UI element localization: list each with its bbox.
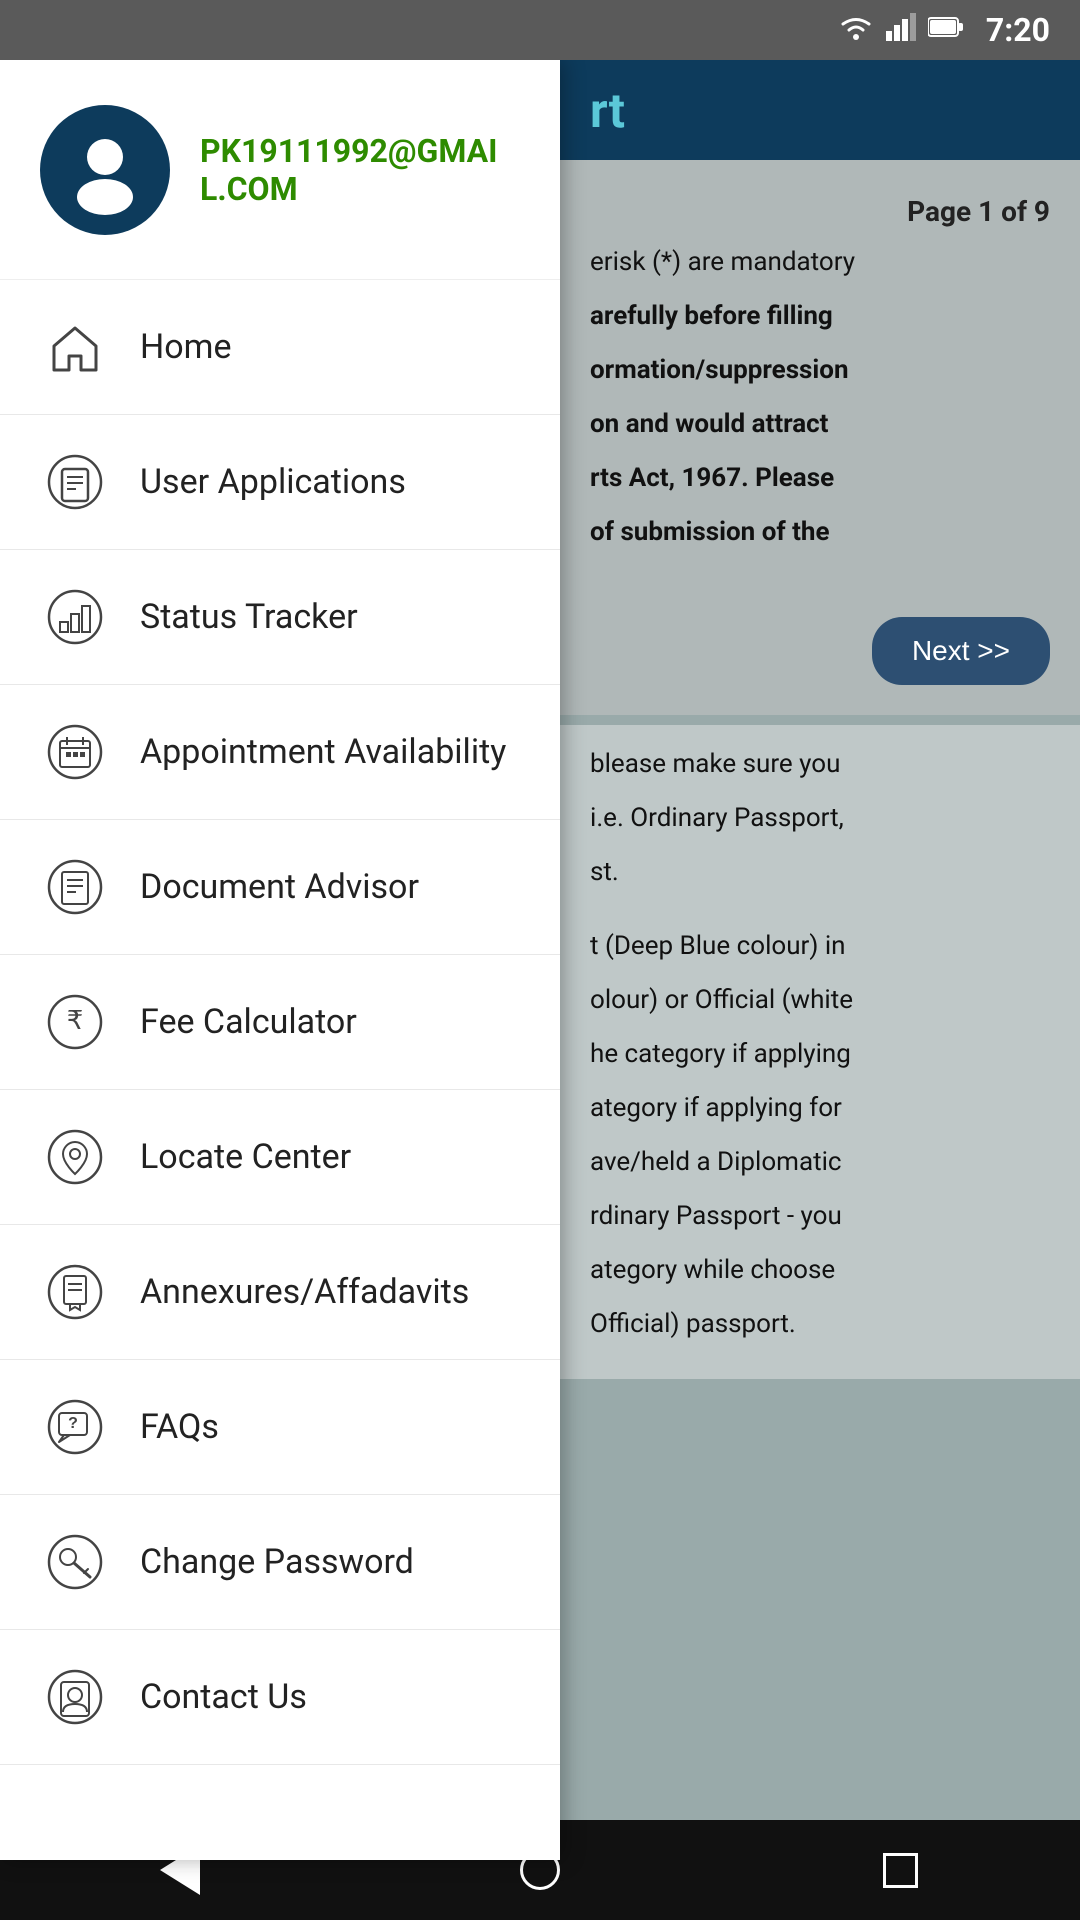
status-icons: 7:20 — [838, 11, 1050, 49]
locate-center-icon — [40, 1122, 110, 1192]
main-container: PK19111992@GMAIL.COM Home — [0, 60, 1080, 1860]
sidebar-item-contact-us-label: Contact Us — [140, 1677, 307, 1717]
para9: rdinary Passport - you — [590, 1197, 1050, 1236]
content-line5: rts Act, 1967. Please — [590, 459, 1050, 498]
recent-icon — [883, 1853, 918, 1888]
wifi-icon — [838, 13, 874, 48]
right-panel-header: rt — [560, 60, 1080, 160]
para10: ategory while choose — [590, 1251, 1050, 1290]
content-line6: of submission of the — [590, 513, 1050, 552]
content-line3: ormation/suppression — [590, 351, 1050, 390]
contact-us-icon — [40, 1662, 110, 1732]
appointment-availability-icon — [40, 717, 110, 787]
sidebar-item-user-applications[interactable]: User Applications — [0, 415, 560, 550]
svg-text:₹: ₹ — [67, 1005, 84, 1035]
para4: t (Deep Blue colour) in — [590, 927, 1050, 966]
sidebar-item-appointment-availability-label: Appointment Availability — [140, 732, 506, 772]
home-icon — [40, 312, 110, 382]
sidebar-item-locate-center[interactable]: Locate Center — [0, 1090, 560, 1225]
change-password-icon — [40, 1527, 110, 1597]
para2: i.e. Ordinary Passport, — [590, 799, 1050, 838]
sidebar-item-home[interactable]: Home — [0, 280, 560, 415]
annexures-affadavits-icon — [40, 1257, 110, 1327]
next-button[interactable]: Next >> — [872, 617, 1050, 685]
recent-button[interactable] — [865, 1835, 935, 1905]
para5: olour) or Official (white — [590, 981, 1050, 1020]
fee-calculator-icon: ₹ — [40, 987, 110, 1057]
para7: ategory if applying for — [590, 1089, 1050, 1128]
signal-icon — [886, 13, 916, 48]
para1: blease make sure you — [590, 745, 1050, 784]
para6: he category if applying — [590, 1035, 1050, 1074]
sidebar-item-locate-center-label: Locate Center — [140, 1137, 351, 1177]
drawer-header: PK19111992@GMAIL.COM — [0, 60, 560, 280]
right-panel-content: Page 1 of 9 erisk (*) are mandatory aref… — [560, 160, 1080, 587]
mandatory-note: erisk (*) are mandatory — [590, 243, 1050, 282]
sidebar-item-user-applications-label: User Applications — [140, 462, 406, 502]
document-advisor-icon — [40, 852, 110, 922]
right-panel-title: rt — [590, 82, 625, 139]
right-panel: rt Page 1 of 9 erisk (*) are mandatory a… — [560, 60, 1080, 1860]
para11: Official) passport. — [590, 1305, 1050, 1344]
sidebar-item-change-password[interactable]: Change Password — [0, 1495, 560, 1630]
sidebar-item-faqs[interactable]: ? FAQs — [0, 1360, 560, 1495]
sidebar-item-faqs-label: FAQs — [140, 1407, 219, 1447]
sidebar-item-status-tracker-label: Status Tracker — [140, 597, 358, 637]
para8: ave/held a Diplomatic — [590, 1143, 1050, 1182]
status-time: 7:20 — [986, 11, 1050, 49]
sidebar-item-appointment-availability[interactable]: Appointment Availability — [0, 685, 560, 820]
sidebar-item-contact-us[interactable]: Contact Us — [0, 1630, 560, 1765]
status-bar: 7:20 — [0, 0, 1080, 60]
sidebar-item-fee-calculator-label: Fee Calculator — [140, 1002, 357, 1042]
status-tracker-icon — [40, 582, 110, 652]
sidebar-item-change-password-label: Change Password — [140, 1542, 414, 1582]
svg-text:?: ? — [68, 1415, 78, 1432]
sidebar-item-annexures-affadavits[interactable]: Annexures/Affadavits — [0, 1225, 560, 1360]
battery-icon — [928, 15, 964, 45]
page-indicator: Page 1 of 9 — [590, 180, 1050, 243]
user-applications-icon — [40, 447, 110, 517]
sidebar-item-document-advisor[interactable]: Document Advisor — [0, 820, 560, 955]
sidebar-item-status-tracker[interactable]: Status Tracker — [0, 550, 560, 685]
menu-list: Home User Applications — [0, 280, 560, 1860]
avatar — [40, 105, 170, 235]
gray-section: blease make sure you i.e. Ordinary Passp… — [560, 725, 1080, 1379]
content-line2: arefully before filling — [590, 297, 1050, 336]
para3: st. — [590, 853, 1050, 892]
sidebar-item-home-label: Home — [140, 327, 232, 367]
sidebar-item-annexures-affadavits-label: Annexures/Affadavits — [140, 1272, 469, 1312]
sidebar-item-document-advisor-label: Document Advisor — [140, 867, 419, 907]
user-email: PK19111992@GMAIL.COM — [200, 132, 520, 208]
drawer: PK19111992@GMAIL.COM Home — [0, 60, 560, 1860]
content-line4: on and would attract — [590, 405, 1050, 444]
faqs-icon: ? — [40, 1392, 110, 1462]
sidebar-item-fee-calculator[interactable]: ₹ Fee Calculator — [0, 955, 560, 1090]
